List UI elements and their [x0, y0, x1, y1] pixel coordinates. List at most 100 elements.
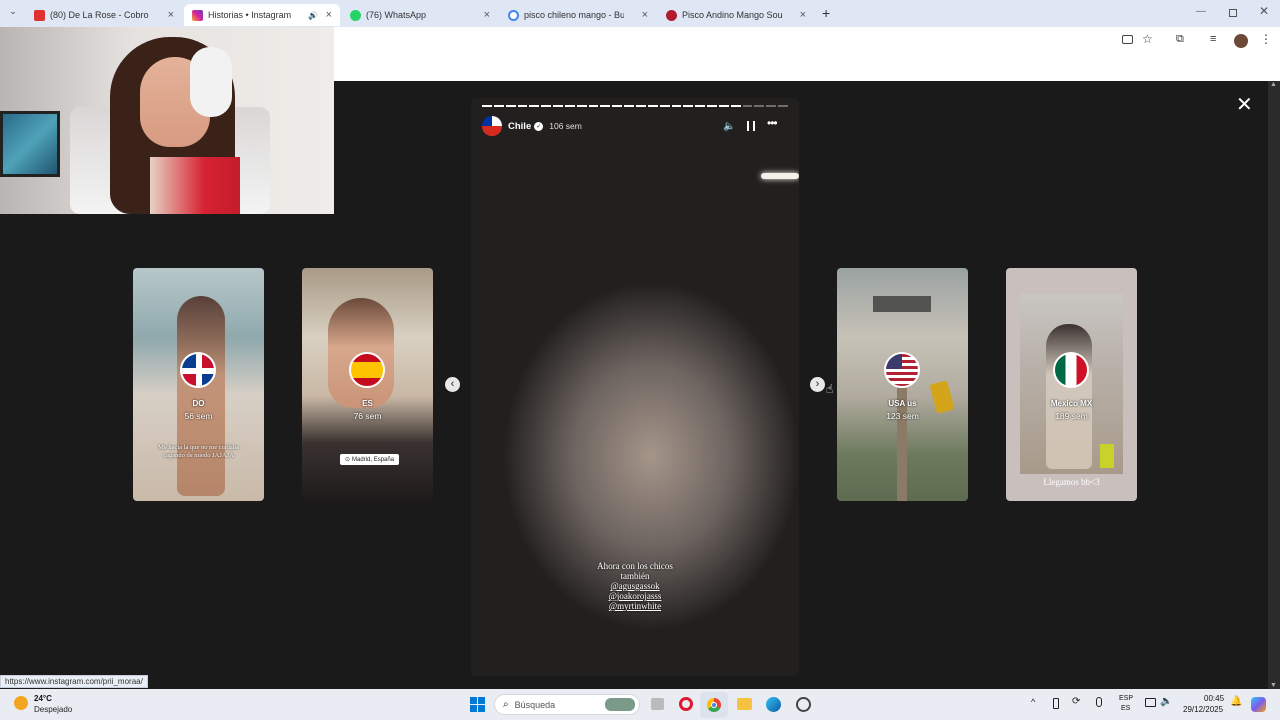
close-tab-icon[interactable]: × — [326, 9, 332, 21]
minimize-icon[interactable]: — — [1196, 6, 1206, 17]
progress-segment — [553, 105, 563, 107]
file-explorer-icon[interactable] — [737, 698, 752, 710]
profile-avatar[interactable] — [1234, 34, 1248, 48]
edge-icon[interactable] — [766, 697, 781, 712]
progress-segment — [718, 105, 729, 107]
progress-segment — [683, 105, 694, 107]
close-tab-icon[interactable]: × — [800, 9, 806, 21]
avatar[interactable] — [482, 116, 502, 136]
flag-icon-us — [884, 352, 920, 388]
previous-story-button[interactable]: ‹ — [445, 377, 460, 392]
mention-link[interactable]: @myrtinwhite — [471, 601, 799, 611]
tab-google-search[interactable]: pisco chileno mango - Buscar c… × — [500, 4, 656, 26]
network-icon[interactable] — [1145, 698, 1156, 707]
tab-instagram[interactable]: Historias • Instagram 🔊 × — [184, 4, 340, 26]
pin-icon: ⊙ — [345, 457, 351, 463]
progress-segment — [707, 105, 717, 107]
google-icon — [508, 9, 519, 21]
copilot-icon[interactable] — [1251, 697, 1266, 712]
media-control-icon[interactable]: ≡ — [1210, 33, 1216, 45]
headphones-icon — [190, 47, 232, 117]
search-placeholder: Búsqueda — [514, 699, 556, 710]
next-story-button[interactable]: › — [810, 377, 825, 392]
microphone-icon[interactable] — [1096, 697, 1102, 707]
story-text-overlay — [873, 296, 931, 312]
progress-segment — [778, 105, 788, 107]
clock-time[interactable]: 00:45 — [1204, 694, 1224, 703]
windows-taskbar: 24°C Despejado ⌕ Búsqueda ^ ⟳ ESP ES 🔈 0… — [0, 689, 1280, 720]
sync-icon[interactable]: ⟳ — [1072, 696, 1080, 707]
close-tab-icon[interactable]: × — [642, 9, 648, 21]
story-username[interactable]: Chile — [508, 121, 531, 132]
taskbar-search[interactable]: ⌕ Búsqueda — [494, 694, 640, 715]
weather-temp[interactable]: 24°C — [34, 694, 52, 703]
close-story-viewer-icon[interactable]: ✕ — [1236, 95, 1253, 115]
preview-label: DO — [192, 399, 205, 408]
mention-link[interactable]: @agusgassok — [471, 581, 799, 591]
search-icon: ⌕ — [503, 699, 509, 710]
language-bottom[interactable]: ES — [1121, 705, 1130, 712]
language-top[interactable]: ESP — [1119, 695, 1133, 702]
weather-desc[interactable]: Despejado — [34, 705, 72, 714]
usb-icon[interactable] — [1053, 698, 1059, 709]
new-tab-button[interactable]: + — [822, 5, 830, 21]
tab-title: pisco chileno mango - Buscar c… — [524, 10, 624, 20]
progress-segment — [659, 105, 670, 107]
story-preview-es[interactable]: ES 76 sem ⊙ Madrid, España — [302, 268, 433, 501]
progress-segment — [517, 105, 528, 107]
story-preview-mx[interactable]: Mexico MX 189 sem Llegamos bb<3 — [1006, 268, 1137, 501]
progress-segment — [541, 105, 552, 107]
progress-segment — [564, 105, 575, 107]
progress-segment — [588, 105, 599, 107]
weather-icon[interactable] — [14, 696, 28, 710]
preview-label: ES — [362, 399, 373, 408]
restore-icon[interactable] — [1229, 9, 1237, 17]
close-tab-icon[interactable]: × — [168, 9, 174, 21]
task-view-icon[interactable] — [651, 698, 664, 710]
progress-segment — [671, 105, 682, 107]
preview-time: 76 sem — [353, 411, 382, 421]
active-story[interactable]: Chile ✓ 106 sem 🔈 ••• Ahora con los chic… — [471, 98, 799, 676]
install-app-icon[interactable] — [1122, 35, 1133, 44]
opera-icon[interactable] — [679, 697, 693, 711]
close-window-icon[interactable]: ✕ — [1259, 4, 1269, 18]
youtube-icon — [34, 9, 45, 21]
tab-list-button[interactable]: ⌄ — [4, 6, 22, 22]
scroll-up-arrow[interactable]: ▲ — [1270, 81, 1277, 88]
progress-segment — [505, 105, 516, 107]
progress-segment — [766, 105, 777, 107]
progress-segment — [742, 105, 753, 107]
preview-caption: Llegamos bb<3 — [1043, 477, 1100, 487]
more-options-icon[interactable]: ••• — [767, 116, 778, 130]
flag-icon-es — [349, 352, 385, 388]
scroll-down-arrow[interactable]: ▼ — [1270, 682, 1277, 689]
location-tag: ⊙ Madrid, España — [340, 454, 400, 465]
mention-link[interactable]: @joakorojasss — [471, 591, 799, 601]
tray-overflow-icon[interactable]: ^ — [1031, 697, 1035, 707]
chrome-icon[interactable] — [700, 692, 728, 718]
start-button[interactable] — [470, 697, 485, 712]
whatsapp-icon — [350, 9, 361, 21]
tab-pisco-store[interactable]: Pisco Andino Mango Sour 1L | … × — [658, 4, 814, 26]
mute-icon[interactable]: 🔈 — [723, 121, 735, 132]
pause-icon[interactable] — [747, 121, 755, 131]
notification-bell-icon[interactable]: 🔔 — [1230, 696, 1242, 707]
extensions-icon[interactable]: ⧉ — [1176, 33, 1184, 46]
status-url-bar: https://www.instagram.com/prii_moraa/ — [0, 675, 148, 688]
story-preview-do[interactable]: DO 56 sem Me hacía la que no me cuidaba … — [133, 268, 264, 501]
monitor-screen — [0, 111, 60, 177]
volume-icon[interactable]: 🔈 — [1160, 696, 1172, 707]
bookmark-star-icon[interactable]: ☆ — [1142, 32, 1153, 46]
tab-youtube[interactable]: (80) De La Rose - Cobro (Offici… × — [26, 4, 182, 26]
clock-date[interactable]: 29/12/2025 — [1183, 705, 1223, 714]
close-tab-icon[interactable]: × — [484, 9, 490, 21]
tab-whatsapp[interactable]: (76) WhatsApp × — [342, 4, 498, 26]
scrollbar[interactable]: ▲ ▼ — [1268, 81, 1280, 689]
caption-line: también — [620, 571, 650, 581]
progress-segment — [730, 105, 741, 107]
app-icon[interactable] — [796, 697, 811, 712]
progress-segment — [635, 105, 646, 107]
browser-menu-icon[interactable]: ⋮ — [1260, 32, 1272, 46]
story-preview-usa[interactable]: USA us 123 sem — [837, 268, 968, 501]
speaker-icon[interactable]: 🔊 — [308, 11, 318, 20]
